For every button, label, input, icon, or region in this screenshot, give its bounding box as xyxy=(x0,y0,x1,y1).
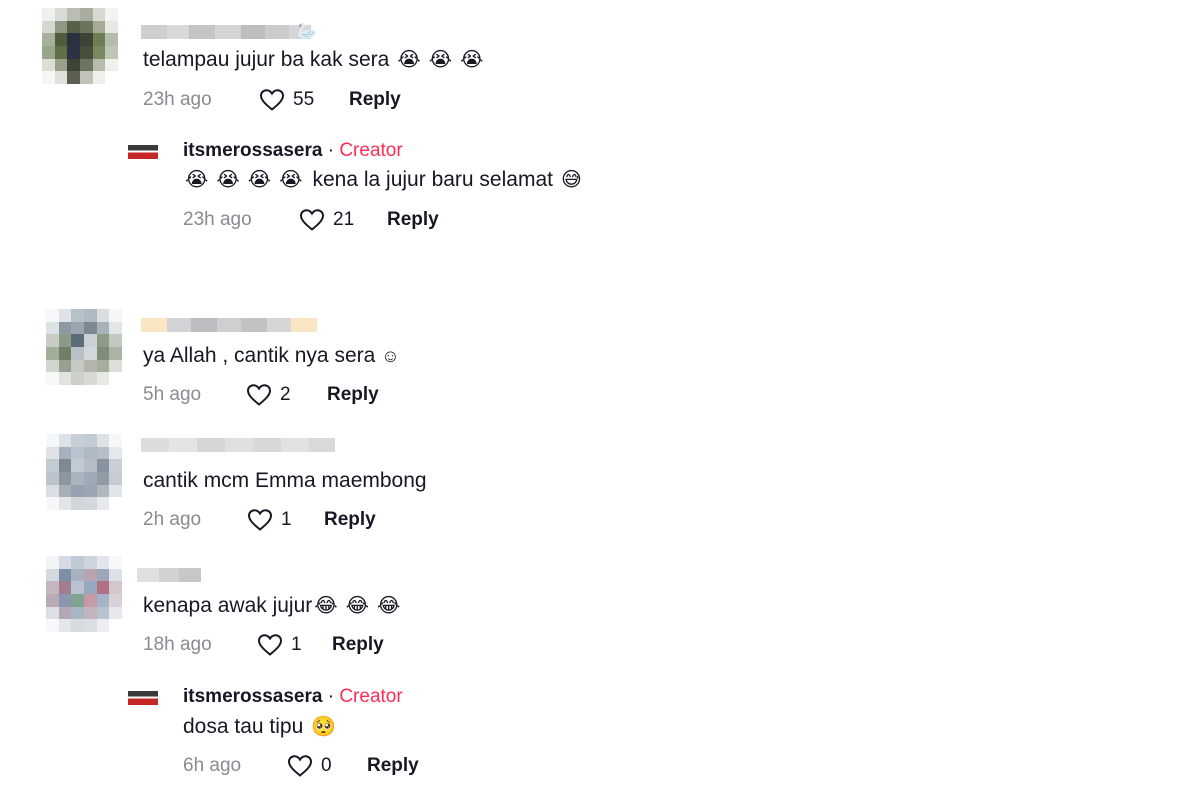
like-count: 0 xyxy=(321,755,332,776)
comment-meta: 2h ago 1 Reply xyxy=(143,508,376,532)
like-button[interactable]: 21 xyxy=(299,208,387,232)
like-count: 21 xyxy=(333,209,355,230)
like-button[interactable]: 0 xyxy=(287,754,367,778)
comment-timestamp: 5h ago xyxy=(143,384,202,405)
like-button[interactable]: 1 xyxy=(247,508,324,532)
creator-avatar[interactable] xyxy=(128,691,158,705)
creator-username[interactable]: itsmerossasera xyxy=(183,686,322,707)
like-count: 2 xyxy=(280,384,291,405)
comment-text: telampau jujur ba kak sera 😭 😭 😭 xyxy=(143,48,483,72)
comment-text-content: cantik mcm Emma maembong xyxy=(143,469,427,492)
comment-text: cantik mcm Emma maembong xyxy=(143,469,427,493)
creator-username-line: itsmerossasera · Creator xyxy=(183,140,403,162)
blurred-username[interactable] xyxy=(141,25,311,39)
loudly-crying-emoji-icon: 😭 xyxy=(460,49,484,71)
heart-outline-icon xyxy=(247,509,273,531)
loudly-crying-emoji-icon: 😭 xyxy=(397,49,421,71)
swan-emoji-icon: 🦢 xyxy=(297,23,317,40)
loudly-crying-emoji-icon: 😭 xyxy=(279,169,303,191)
comment-timestamp: 18h ago xyxy=(143,634,212,655)
heart-outline-icon xyxy=(287,755,313,777)
heart-outline-icon xyxy=(246,384,272,406)
like-count: 1 xyxy=(291,634,302,655)
creator-username-line: itsmerossasera · Creator xyxy=(183,686,403,708)
comment-meta: 18h ago 1 Reply xyxy=(143,633,384,657)
blurred-avatar[interactable] xyxy=(42,8,118,84)
comment-meta: 5h ago 2 Reply xyxy=(143,383,379,407)
pleading-face-emoji-icon: 🥺 xyxy=(311,716,337,738)
reply-text-content: dosa tau tipu xyxy=(183,715,304,738)
blurred-username[interactable] xyxy=(141,438,335,452)
loudly-crying-emoji-icon: 😭 xyxy=(185,169,209,191)
comment-meta: 23h ago 55 Reply xyxy=(143,88,401,112)
creator-badge: Creator xyxy=(339,686,403,707)
separator-dot: · xyxy=(327,686,335,707)
loudly-crying-emoji-icon: 😭 xyxy=(247,169,272,191)
grinning-sweat-emoji-icon: 😅 xyxy=(560,169,582,191)
smiling-face-symbol-icon: ☺ xyxy=(381,345,400,366)
heart-outline-icon xyxy=(257,634,283,656)
heart-outline-icon xyxy=(259,89,285,111)
comment-timestamp: 23h ago xyxy=(143,89,212,110)
tears-of-joy-emoji-icon: 😂 xyxy=(377,595,401,617)
comment-text-content: ya Allah , cantik nya sera xyxy=(143,344,376,367)
reply-timestamp: 6h ago xyxy=(183,755,242,776)
reply-text: 😭 😭 😭 😭 kena la jujur baru selamat 😅 xyxy=(185,168,582,192)
creator-avatar[interactable] xyxy=(128,145,158,159)
reply-button[interactable]: Reply xyxy=(332,634,384,656)
comment-text-content: telampau jujur ba kak sera xyxy=(143,48,390,71)
loudly-crying-emoji-icon: 😭 xyxy=(216,169,240,191)
like-button[interactable]: 1 xyxy=(257,633,332,657)
comment-timestamp: 2h ago xyxy=(143,509,202,530)
comment-text-content: kenapa awak jujur xyxy=(143,594,313,617)
blurred-avatar[interactable] xyxy=(46,556,122,632)
like-button[interactable]: 55 xyxy=(259,88,349,112)
reply-button[interactable]: Reply xyxy=(367,755,419,777)
blurred-avatar[interactable] xyxy=(46,309,122,385)
tears-of-joy-emoji-icon: 😂 xyxy=(314,595,338,617)
reply-text-content: kena la jujur baru selamat xyxy=(312,168,553,191)
like-count: 1 xyxy=(281,509,292,530)
reply-button[interactable]: Reply xyxy=(349,89,401,111)
reply-text: dosa tau tipu 🥺 xyxy=(183,715,336,739)
reply-button[interactable]: Reply xyxy=(387,209,439,231)
loudly-crying-emoji-icon: 😭 xyxy=(428,49,453,71)
blurred-username[interactable] xyxy=(141,318,317,332)
blurred-username[interactable] xyxy=(137,568,201,582)
like-button[interactable]: 2 xyxy=(246,383,327,407)
creator-username[interactable]: itsmerossasera xyxy=(183,140,322,161)
reply-timestamp: 23h ago xyxy=(183,209,252,230)
heart-outline-icon xyxy=(299,209,325,231)
tears-of-joy-emoji-icon: 😂 xyxy=(345,595,370,617)
comment-text: ya Allah , cantik nya sera ☺ xyxy=(143,344,400,368)
reply-meta: 6h ago 0 Reply xyxy=(183,754,419,778)
comment-text: kenapa awak jujur 😂 😂 😂 xyxy=(143,594,400,618)
blurred-avatar[interactable] xyxy=(46,434,122,510)
reply-button[interactable]: Reply xyxy=(324,509,376,531)
reply-meta: 23h ago 21 Reply xyxy=(183,208,439,232)
separator-dot: · xyxy=(327,140,335,161)
creator-badge: Creator xyxy=(339,140,403,161)
like-count: 55 xyxy=(293,89,315,110)
reply-button[interactable]: Reply xyxy=(327,384,379,406)
